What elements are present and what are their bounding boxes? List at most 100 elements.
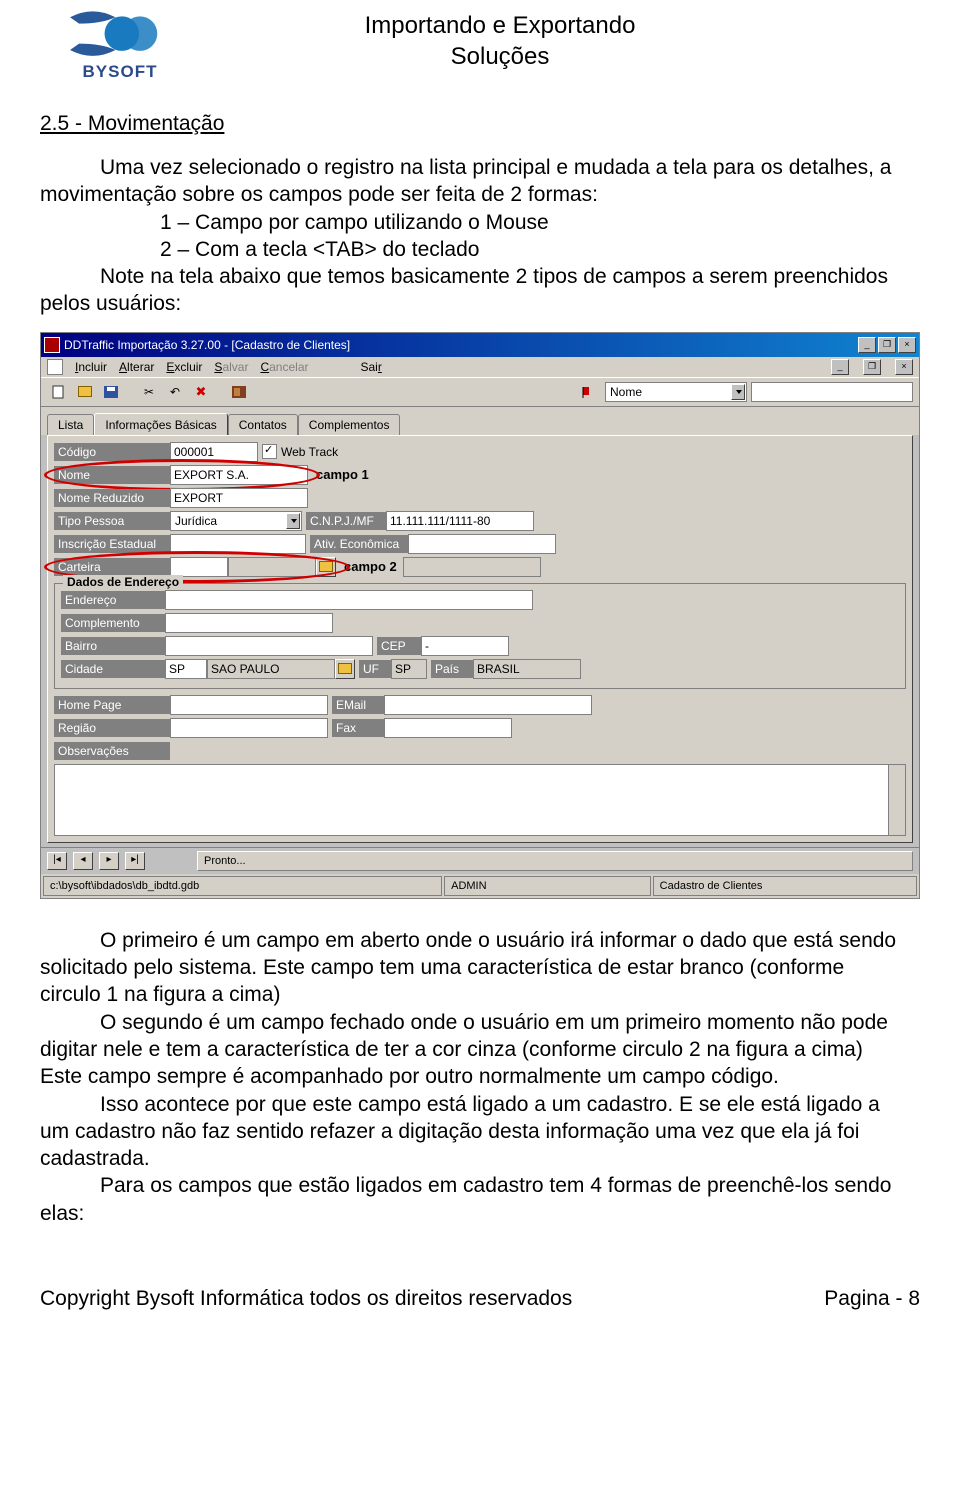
window-title: DDTraffic Importação 3.27.00 - [Cadastro…: [64, 338, 350, 352]
scrollbar[interactable]: [888, 765, 905, 835]
menu-sair[interactable]: Sair: [360, 360, 381, 374]
tab-lista[interactable]: Lista: [47, 414, 94, 436]
footer-page: Pagina - 8: [824, 1287, 920, 1311]
doc-title-line1: Importando e Exportando: [200, 10, 800, 41]
bysoft-logo-icon: [65, 10, 175, 60]
titlebar: DDTraffic Importação 3.27.00 - [Cadastro…: [41, 333, 919, 357]
input-bairro[interactable]: [165, 636, 373, 656]
label-webtrack: Web Track: [281, 445, 338, 459]
input-cidade-nome: SAO PAULO: [207, 659, 335, 679]
search-field-value: Nome: [610, 385, 642, 399]
input-pais: BRASIL: [473, 659, 581, 679]
child-maximize-button[interactable]: ❐: [863, 359, 881, 375]
combo-tipo-pessoa[interactable]: Jurídica: [170, 511, 302, 531]
status-ready: Pronto...: [197, 851, 913, 871]
label-homepage: Home Page: [54, 696, 170, 714]
label-tipo-pessoa: Tipo Pessoa: [54, 512, 170, 530]
toolbar-undo-icon[interactable]: ↶: [163, 381, 187, 403]
text-line: O primeiro é um campo em aberto onde o u…: [100, 929, 896, 952]
text-line: pelos usuários:: [40, 292, 181, 315]
status-path: c:\bysoft\ibdados\db_ibdtd.gdb: [43, 876, 442, 896]
toolbar-open-icon[interactable]: [73, 381, 97, 403]
input-inscricao[interactable]: [170, 534, 306, 554]
child-close-button[interactable]: ×: [895, 359, 913, 375]
input-fax[interactable]: [384, 718, 512, 738]
annotation-label-2: campo 2: [344, 559, 397, 574]
text-line: Note na tela abaixo que temos basicament…: [100, 265, 888, 288]
text-line: um cadastro não faz sentido refazer a di…: [40, 1120, 859, 1143]
toolbar-exit-icon[interactable]: [227, 381, 251, 403]
text-line: movimentação sobre os campos pode ser fe…: [40, 183, 598, 206]
tab-contatos[interactable]: Contatos: [228, 414, 298, 436]
nav-next-button[interactable]: ▸: [99, 852, 119, 870]
input-carteira-cod[interactable]: [170, 557, 228, 577]
label-observacoes: Observações: [54, 742, 170, 760]
footer-copyright: Copyright Bysoft Informática todos os di…: [40, 1287, 572, 1311]
input-cep[interactable]: -: [421, 636, 509, 656]
tab-complementos[interactable]: Complementos: [298, 414, 401, 436]
label-complemento: Complemento: [61, 614, 165, 632]
input-nome[interactable]: EXPORT S.A.: [170, 465, 308, 485]
search-input[interactable]: [751, 382, 913, 402]
app-window: DDTraffic Importação 3.27.00 - [Cadastro…: [40, 332, 920, 899]
text-line: O segundo é um campo fechado onde o usuá…: [100, 1011, 888, 1034]
lookup-carteira-button[interactable]: [316, 557, 336, 577]
input-complemento[interactable]: [165, 613, 333, 633]
input-regiao[interactable]: [170, 718, 328, 738]
text-line: Para os campos que estão ligados em cada…: [100, 1174, 891, 1197]
menu-alterar[interactable]: Alterar: [119, 360, 154, 374]
textarea-observacoes[interactable]: [54, 764, 906, 836]
input-cnpj[interactable]: 11.111.111/1111-80: [386, 511, 534, 531]
text-line: Este campo sempre é acompanhado por outr…: [40, 1065, 779, 1088]
intro-paragraph: Uma vez selecionado o registro na lista …: [40, 154, 920, 318]
label-pais: País: [431, 660, 473, 678]
brand-name: BYSOFT: [83, 62, 158, 82]
toolbar-cut-icon[interactable]: ✂: [137, 381, 161, 403]
toolbar: ✂ ↶ ✖ Nome: [41, 377, 919, 407]
input-cidade-cod[interactable]: SP: [165, 659, 207, 679]
label-regiao: Região: [54, 719, 170, 737]
label-nome-reduzido: Nome Reduzido: [54, 489, 170, 507]
group-endereco-legend: Dados de Endereço: [63, 575, 183, 589]
toolbar-save-icon[interactable]: [99, 381, 123, 403]
tab-informacoes-basicas[interactable]: Informações Básicas: [94, 413, 227, 435]
input-nome-reduzido[interactable]: EXPORT: [170, 488, 308, 508]
label-endereco: Endereço: [61, 591, 165, 609]
text-line: digitar nele e tem a característica de t…: [40, 1038, 863, 1061]
label-cnpj: C.N.P.J./MF: [306, 512, 386, 530]
menu-incluir[interactable]: Incluir: [75, 360, 107, 374]
text-line: circulo 1 na figura a cima): [40, 983, 280, 1006]
close-button[interactable]: ×: [898, 337, 916, 353]
label-email: EMail: [332, 696, 384, 714]
input-homepage[interactable]: [170, 695, 328, 715]
nav-first-button[interactable]: |◂: [47, 852, 67, 870]
text-line: Isso acontece por que este campo está li…: [100, 1093, 880, 1116]
input-email[interactable]: [384, 695, 592, 715]
maximize-button[interactable]: ❐: [878, 337, 896, 353]
group-endereco: Dados de Endereço Endereço Complemento B…: [54, 583, 906, 689]
label-carteira: Carteira: [54, 558, 170, 576]
child-minimize-button[interactable]: _: [831, 359, 849, 375]
status-module: Cadastro de Clientes: [653, 876, 917, 896]
menu-excluir[interactable]: Excluir: [166, 360, 202, 374]
toolbar-delete-icon[interactable]: ✖: [189, 381, 213, 403]
logo: BYSOFT: [40, 10, 200, 82]
text-line: cadastrada.: [40, 1147, 150, 1170]
nav-last-button[interactable]: ▸|: [125, 852, 145, 870]
toolbar-new-icon[interactable]: [47, 381, 71, 403]
minimize-button[interactable]: _: [858, 337, 876, 353]
label-uf: UF: [359, 660, 391, 678]
search-field-combo[interactable]: Nome: [605, 382, 747, 402]
input-uf: SP: [391, 659, 427, 679]
toolbar-flag-icon[interactable]: [577, 381, 601, 403]
input-endereco[interactable]: [165, 590, 533, 610]
combo-tipo-pessoa-value: Jurídica: [175, 514, 217, 528]
checkbox-webtrack[interactable]: [262, 444, 277, 459]
input-ativ-economica[interactable]: [408, 534, 556, 554]
lookup-cidade-button[interactable]: [335, 659, 355, 679]
text-line: elas:: [40, 1202, 84, 1225]
record-navbar: |◂ ◂ ▸ ▸| Pronto...: [41, 847, 919, 874]
doc-title-line2: Soluções: [200, 41, 800, 72]
input-codigo[interactable]: 000001: [170, 442, 258, 462]
nav-prev-button[interactable]: ◂: [73, 852, 93, 870]
